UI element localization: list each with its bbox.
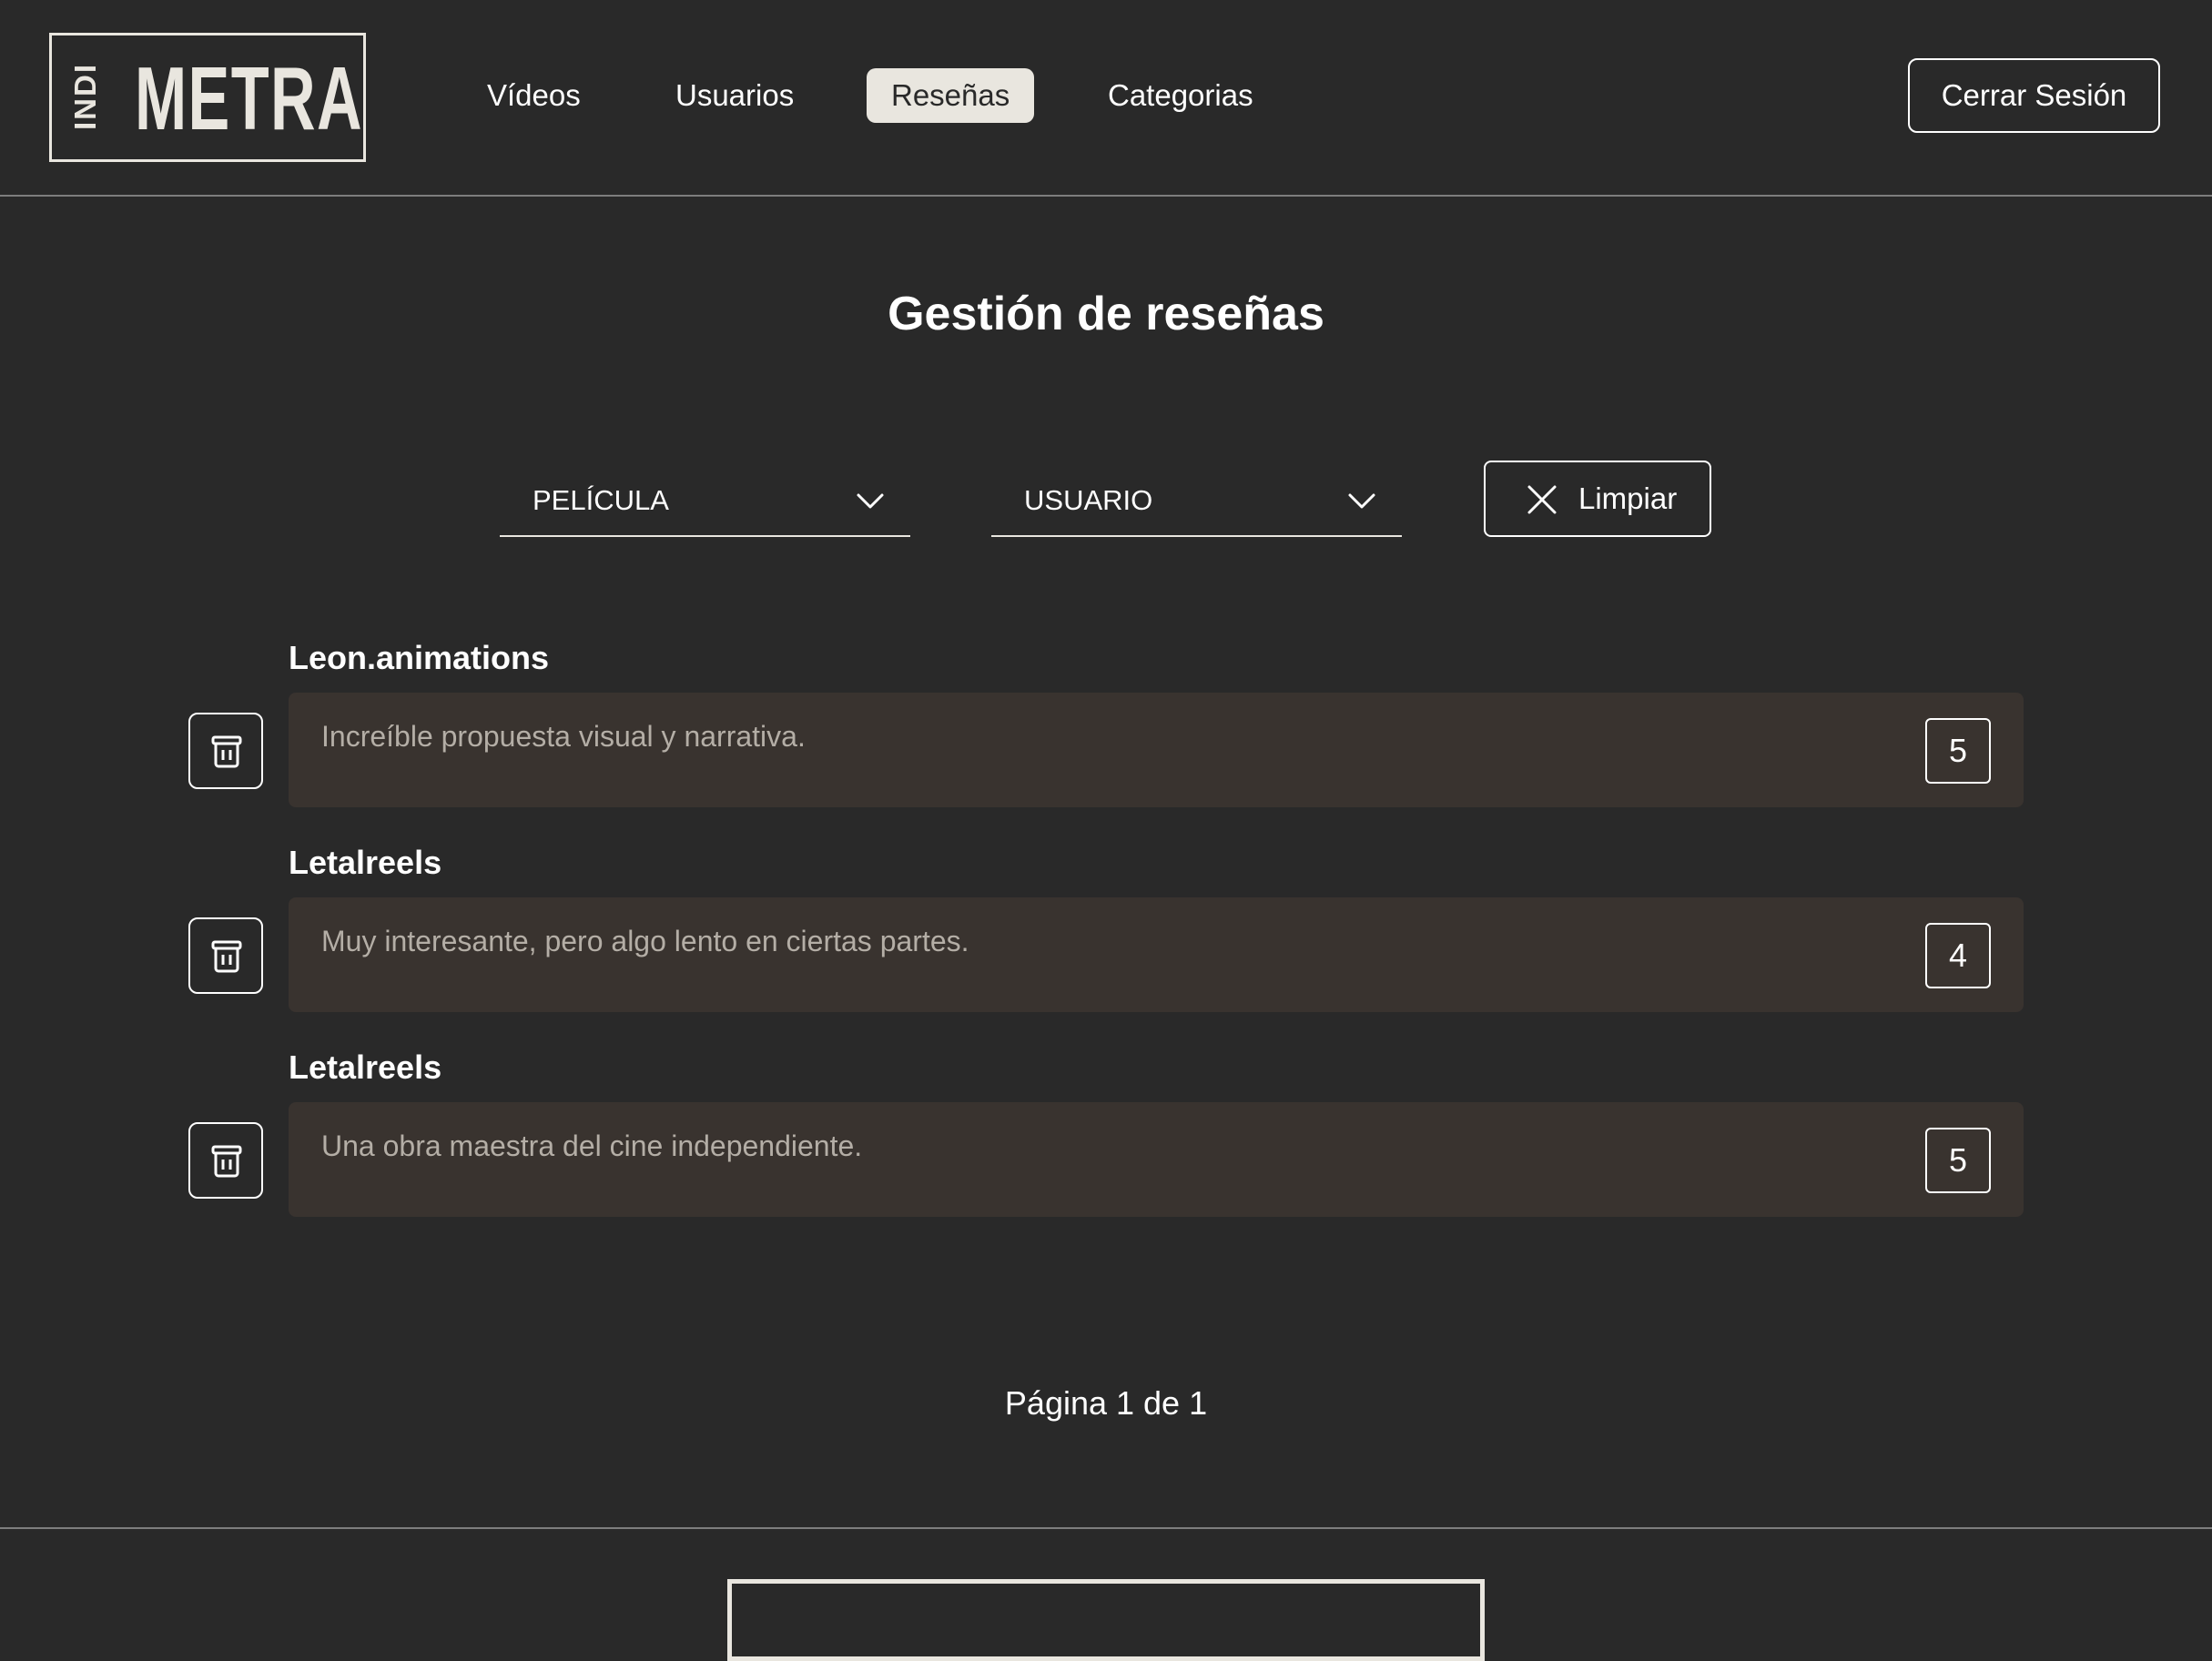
logout-button[interactable]: Cerrar Sesión xyxy=(1908,58,2160,133)
review-username: Letalreels xyxy=(289,844,442,881)
trash-icon xyxy=(211,1145,242,1178)
delete-review-button[interactable] xyxy=(188,713,263,789)
chevron-down-icon xyxy=(1348,493,1375,509)
user-select[interactable]: USUARIO xyxy=(991,473,1402,537)
trash-icon xyxy=(211,940,242,973)
top-header: INDI METRA Vídeos Usuarios Reseñas Categ… xyxy=(0,0,2212,197)
movie-select[interactable]: PELÍCULA xyxy=(500,473,910,537)
delete-review-button[interactable] xyxy=(188,917,263,994)
review-card: Una obra maestra del cine independiente.… xyxy=(289,1102,2024,1217)
nav-usuarios[interactable]: Usuarios xyxy=(651,68,818,123)
footer-divider xyxy=(0,1527,2212,1529)
user-select-value: USUARIO xyxy=(1024,484,1153,516)
clear-filters-button[interactable]: Limpiar xyxy=(1484,461,1711,537)
review-card: Increíble propuesta visual y narrativa. … xyxy=(289,693,2024,807)
review-username: Leon.animations xyxy=(289,639,550,676)
review-card: Muy interesante, pero algo lento en cier… xyxy=(289,897,2024,1012)
rating-badge: 5 xyxy=(1925,1128,1991,1193)
review-text: Una obra maestra del cine independiente. xyxy=(321,1129,863,1162)
rating-badge: 4 xyxy=(1925,923,1991,988)
nav-videos[interactable]: Vídeos xyxy=(462,68,605,123)
close-icon xyxy=(1527,485,1557,514)
movie-select-value: PELÍCULA xyxy=(533,484,669,516)
delete-review-button[interactable] xyxy=(188,1122,263,1199)
review-text: Muy interesante, pero algo lento en cier… xyxy=(321,925,969,957)
chevron-down-icon xyxy=(857,493,884,509)
trash-icon xyxy=(211,735,242,768)
pagination-info: Página 1 de 1 xyxy=(1004,1384,1208,1422)
main-nav: Vídeos Usuarios Reseñas Categorias xyxy=(0,68,1365,123)
rating-badge: 5 xyxy=(1925,718,1991,784)
footer-logo xyxy=(727,1579,1485,1661)
page-title: Gestión de reseñas xyxy=(888,288,1324,340)
nav-resenas[interactable]: Reseñas xyxy=(867,68,1035,123)
review-username: Letalreels xyxy=(289,1048,442,1086)
nav-categorias[interactable]: Categorias xyxy=(1083,68,1278,123)
clear-button-label: Limpiar xyxy=(1578,481,1678,515)
review-text: Increíble propuesta visual y narrativa. xyxy=(321,720,806,753)
